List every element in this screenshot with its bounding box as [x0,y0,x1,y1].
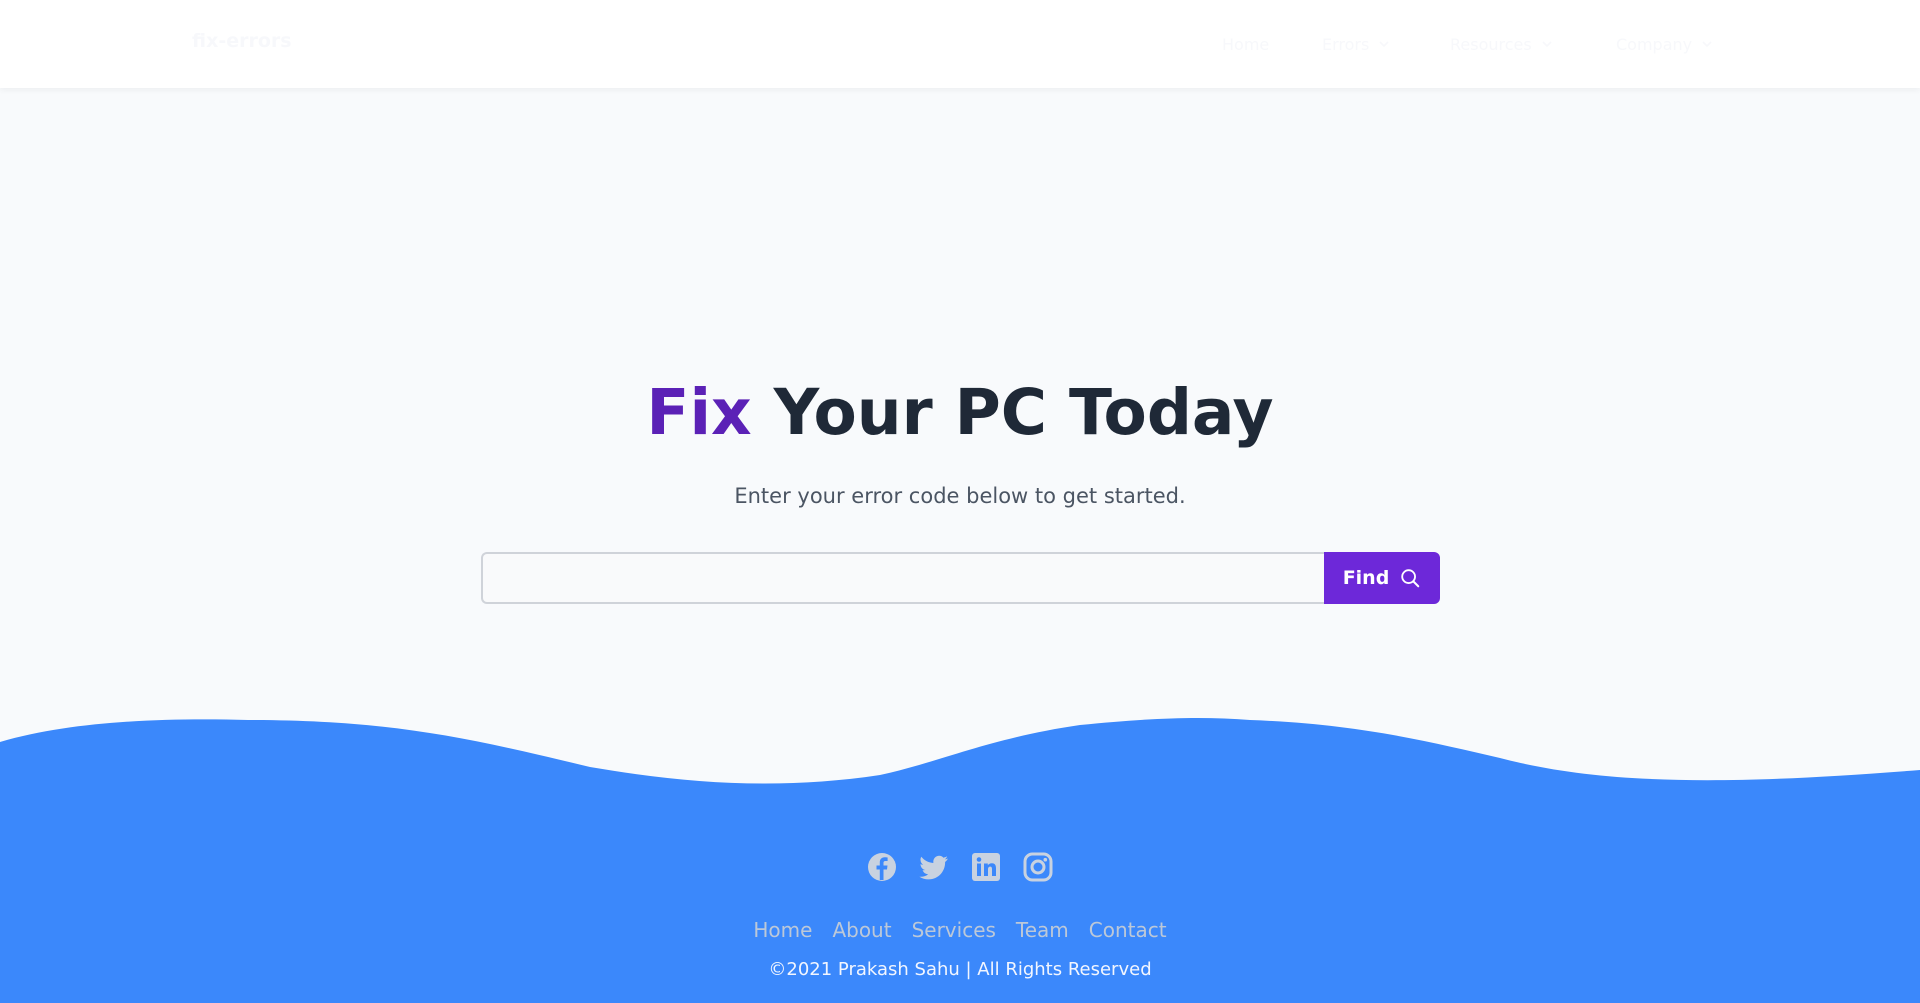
nav-item-errors[interactable]: Errors [1322,33,1389,55]
copyright-text: ©2021 Prakash Sahu | All Rights Reserved [768,959,1152,980]
nav-item-label: Home [1222,34,1270,54]
footer-link-team[interactable]: Team [1016,918,1069,942]
find-button[interactable]: Find [1324,552,1440,604]
footer-link-about[interactable]: About [832,918,891,942]
hero-title-rest: Your PC Today [773,376,1274,449]
search-icon [1399,567,1421,589]
nav-item-label: Resources [1450,34,1532,54]
footer-link-contact[interactable]: Contact [1089,918,1167,942]
find-button-label: Find [1342,567,1390,589]
hero-title: Fix Your PC Today [0,372,1920,454]
brand-logo[interactable]: fix-errors [192,30,292,52]
page: fix-errors Home Errors Resources Company… [0,0,1920,1003]
header: fix-errors Home Errors Resources Company [0,0,1920,88]
error-code-search-input[interactable] [481,552,1325,604]
footer-link-home[interactable]: Home [753,918,812,942]
chevron-down-icon [1542,39,1552,49]
instagram-icon[interactable] [1023,852,1053,882]
hero-title-accent: Fix [646,376,752,449]
nav-item-resources[interactable]: Resources [1450,33,1552,55]
twitter-icon[interactable] [919,852,949,882]
facebook-icon[interactable] [867,852,897,882]
nav-item-label: Company [1616,34,1693,54]
footer-link-services[interactable]: Services [912,918,996,942]
nav-item-company[interactable]: Company [1616,33,1712,55]
hero-subtitle: Enter your error code below to get start… [734,484,1186,508]
social-links [0,852,1920,884]
footer-links: Home About Services Team Contact [0,918,1920,942]
chevron-down-icon [1702,39,1712,49]
nav-item-home[interactable]: Home [1222,33,1269,55]
linkedin-icon[interactable] [971,852,1001,882]
nav-item-label: Errors [1322,34,1370,54]
chevron-down-icon [1379,39,1389,49]
